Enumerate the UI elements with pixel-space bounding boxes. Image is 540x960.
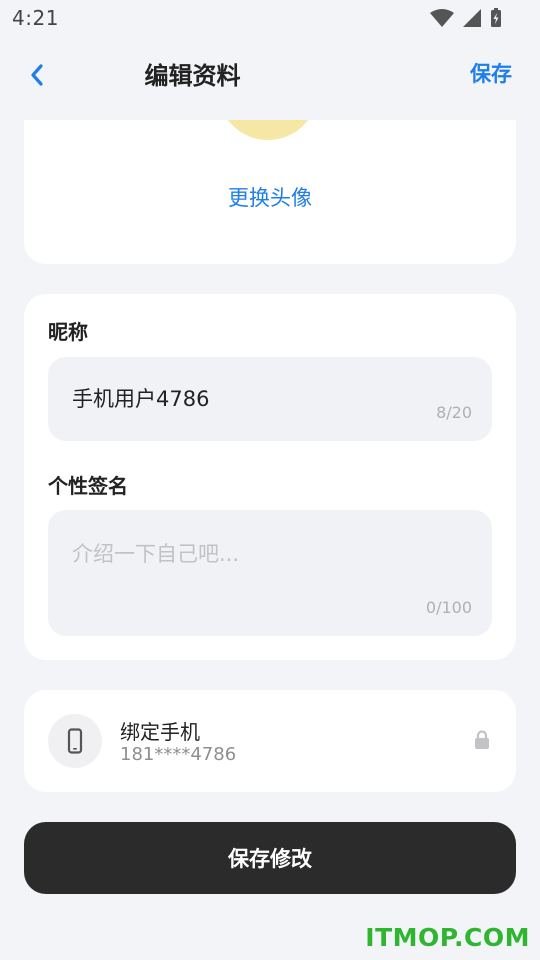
page-title: 编辑资料 — [144, 62, 241, 90]
lock-icon — [475, 730, 489, 749]
bio-label: 个性签名 — [48, 474, 128, 498]
profile-info-card: 昵称 手机用户4786 8/20 个性签名 介绍一下自己吧... 0/100 — [24, 294, 516, 660]
status-bar: 4:21 — [0, 0, 540, 40]
watermark-logo: ITMOP.COM — [365, 923, 530, 952]
bio-placeholder: 介绍一下自己吧... — [72, 542, 240, 566]
phone-icon-badge — [48, 714, 102, 768]
change-avatar-link[interactable]: 更换头像 — [24, 182, 516, 212]
bind-phone-card[interactable]: 绑定手机 181****4786 — [24, 690, 516, 792]
bio-counter: 0/100 — [425, 598, 472, 617]
phone-icon — [67, 728, 83, 754]
bind-phone-title: 绑定手机 — [120, 720, 200, 744]
status-icons — [430, 8, 502, 28]
save-changes-button[interactable]: 保存修改 — [24, 822, 516, 894]
phone-number: 181****4786 — [120, 744, 237, 765]
scroll-content[interactable]: 更换头像 昵称 手机用户4786 8/20 个性签名 介绍一下自己吧... 0/… — [0, 120, 540, 960]
bio-textarea[interactable]: 介绍一下自己吧... 0/100 — [48, 510, 492, 636]
avatar[interactable] — [218, 120, 318, 140]
save-button[interactable]: 保存 — [470, 58, 512, 88]
nav-bar: 编辑资料 保存 — [0, 40, 540, 120]
avatar-card: 更换头像 — [24, 120, 516, 264]
nickname-counter: 8/20 — [436, 403, 472, 422]
signal-icon — [463, 9, 481, 27]
nickname-label: 昵称 — [48, 320, 88, 344]
nickname-input[interactable]: 手机用户4786 8/20 — [48, 357, 492, 441]
wifi-icon — [430, 9, 454, 27]
battery-icon — [491, 8, 501, 27]
avatar-area — [214, 120, 344, 140]
nickname-value: 手机用户4786 — [72, 387, 210, 411]
status-time: 4:21 — [12, 6, 59, 30]
